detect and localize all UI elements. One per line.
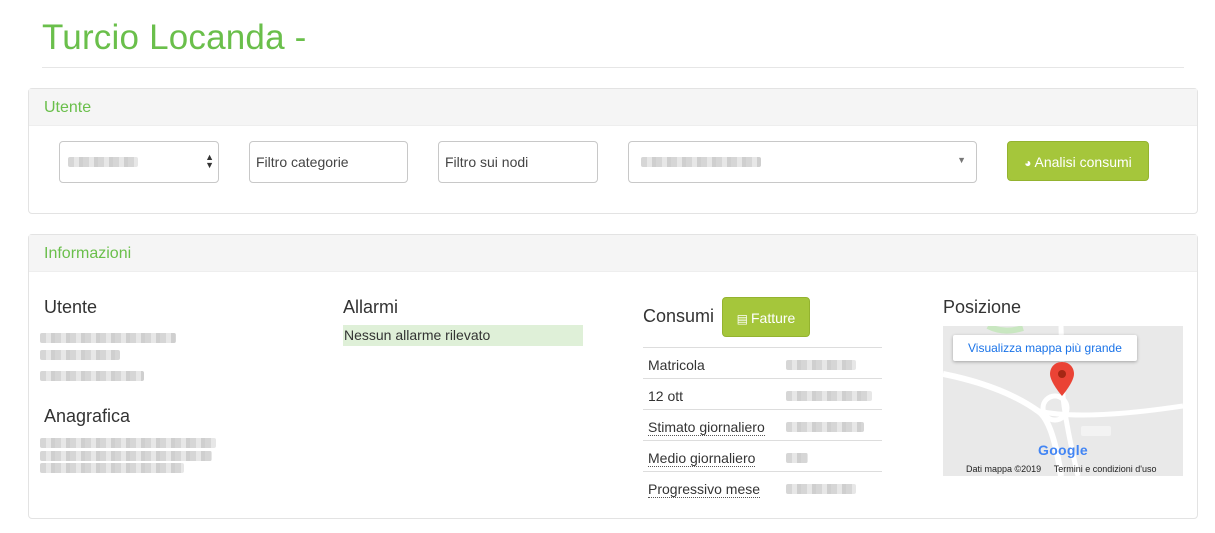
- map-pin-icon: [1050, 362, 1074, 396]
- table-row: Progressivo mese: [643, 471, 882, 503]
- title-divider: [42, 67, 1184, 68]
- utente-detail-redacted: [40, 350, 120, 360]
- page-title: Turcio Locanda -: [42, 18, 307, 57]
- table-row: Stimato giornaliero: [643, 409, 882, 441]
- stimato-giornaliero-label[interactable]: Stimato giornaliero: [648, 419, 765, 436]
- map-place-label-redacted: [1081, 426, 1111, 436]
- consumi-value-redacted: [786, 422, 864, 432]
- consumi-value-redacted: [786, 484, 856, 495]
- utente-panel-heading: Utente: [29, 89, 1197, 126]
- consumi-label-progressivo[interactable]: Progressivo mese: [643, 471, 781, 503]
- posizione-section-title: Posizione: [943, 297, 1022, 317]
- allarmi-section-title: Allarmi: [343, 297, 399, 317]
- map-data-credit: Dati mappa ©2019: [966, 464, 1042, 474]
- info-panel-heading: Informazioni: [29, 235, 1197, 272]
- consumi-label-stimato[interactable]: Stimato giornaliero: [643, 409, 781, 441]
- larger-map-link[interactable]: Visualizza mappa più grande: [953, 335, 1137, 361]
- filter-nodes-input[interactable]: Filtro sui nodi: [438, 141, 598, 183]
- node-dropdown-value-redacted: [641, 157, 761, 167]
- fatture-button[interactable]: ▤ Fatture: [722, 297, 810, 337]
- anagrafica-detail-redacted: [40, 438, 216, 448]
- fatture-label: Fatture: [750, 310, 796, 326]
- consumi-label-medio[interactable]: Medio giornaliero: [643, 440, 781, 472]
- location-map[interactable]: Visualizza mappa più grande Google Dati …: [943, 326, 1183, 476]
- consumi-section-title: Consumi: [643, 306, 715, 326]
- alarm-status: Nessun allarme rilevato: [343, 325, 583, 346]
- anagrafica-detail-redacted: [40, 451, 212, 461]
- consumi-label-matricola: Matricola: [643, 347, 781, 379]
- progressivo-mese-label[interactable]: Progressivo mese: [648, 481, 761, 499]
- utente-detail-redacted: [40, 371, 144, 381]
- analyze-consumption-label: Analisi consumi: [1034, 154, 1132, 170]
- medio-giornaliero-label[interactable]: Medio giornaliero: [648, 450, 756, 467]
- consumi-label-date: 12 ott: [643, 378, 781, 410]
- user-select[interactable]: ▲ ▼: [59, 141, 219, 183]
- google-logo: Google: [1038, 442, 1088, 458]
- table-row: Matricola: [643, 347, 882, 379]
- filter-categories-placeholder: Filtro categorie: [256, 154, 349, 170]
- invoice-icon: ▤: [736, 312, 748, 326]
- select-arrows-icon: ▲ ▼: [205, 152, 214, 170]
- utente-detail-redacted: [40, 333, 176, 343]
- anagrafica-detail-redacted: [40, 463, 184, 473]
- analyze-consumption-button[interactable]: ◕ Analisi consumi: [1007, 141, 1149, 181]
- table-row: 12 ott: [643, 378, 882, 410]
- chevron-down-icon: ▼: [957, 155, 966, 165]
- user-select-value-redacted: [68, 157, 138, 167]
- consumi-value-redacted: [786, 360, 856, 370]
- map-terms-link[interactable]: Termini e condizioni d'uso: [1054, 464, 1157, 474]
- consumi-value-redacted: [786, 391, 872, 401]
- map-footer: Dati mappa ©2019 Termini e condizioni d'…: [943, 462, 1183, 476]
- utente-section-title: Utente: [44, 297, 98, 317]
- table-row: Medio giornaliero: [643, 440, 882, 472]
- consumi-value-redacted: [786, 453, 808, 463]
- filter-categories-input[interactable]: Filtro categorie: [249, 141, 408, 183]
- google-logo-text: Google: [1038, 442, 1089, 458]
- anagrafica-section-title: Anagrafica: [44, 406, 131, 426]
- consumi-table: Matricola 12 ott Stimato giornaliero Med…: [643, 347, 882, 503]
- dashboard-icon: ◕: [1024, 156, 1032, 170]
- filter-nodes-placeholder: Filtro sui nodi: [445, 154, 529, 170]
- node-dropdown[interactable]: ▼: [628, 141, 977, 183]
